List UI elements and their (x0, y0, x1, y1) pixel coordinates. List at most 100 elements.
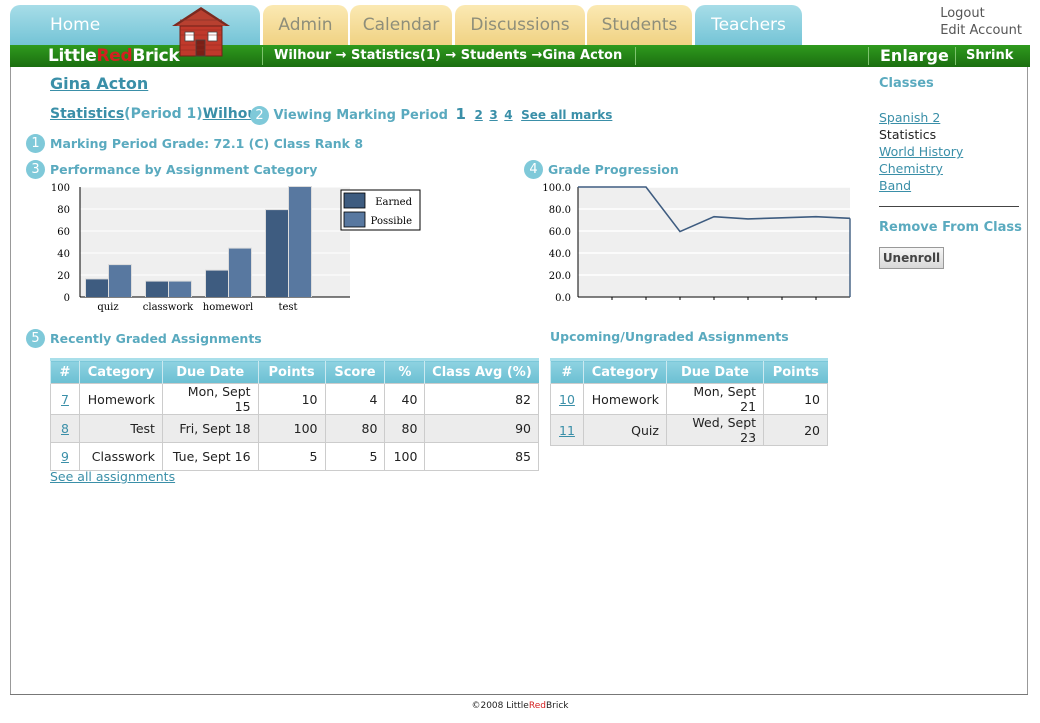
house-logo-icon (172, 7, 230, 57)
class-list: Spanish 2 Statistics World History Chemistr… (879, 109, 963, 194)
table-cell: 20 (763, 414, 828, 446)
brand-logo-text: LittleRedBrick (48, 45, 180, 67)
grade-line-chart: 100.0 80.0 60.0 40.0 20.0 0.0 (542, 183, 851, 304)
step-2-icon: 2 (250, 106, 269, 125)
class-link[interactable]: Chemistry (879, 161, 943, 176)
marking-period-2-link[interactable]: 2 (474, 108, 482, 122)
marking-period-selector: 2 Viewing Marking Period 1 2 3 4 See all… (250, 105, 612, 125)
assignment-link[interactable]: 7 (61, 392, 69, 407)
y-tick-label: 100.0 (542, 183, 571, 194)
tab-calendar[interactable]: Calendar (350, 5, 452, 45)
assignment-link[interactable]: 11 (559, 423, 575, 438)
table-cell: 9 (50, 442, 80, 471)
class-link[interactable]: Band (879, 178, 911, 193)
step-5-icon: 5 (26, 329, 45, 348)
page-border-right (1027, 67, 1028, 695)
bar-earned (266, 210, 288, 297)
performance-heading: 3 Performance by Assignment Category (26, 160, 317, 179)
column-header: Category (582, 358, 667, 384)
classes-title: Classes (879, 76, 934, 91)
tab-discussions[interactable]: Discussions (455, 5, 585, 45)
step-4-icon: 4 (524, 160, 543, 179)
shrink-button[interactable]: Shrink (966, 45, 1013, 67)
grade-summary-text: Marking Period Grade: 72.1 (C) Class Ran… (50, 136, 364, 151)
footer-brand-little: Little (506, 701, 529, 711)
table-row: 8 Test Fri, Sept 18 100 80 80 90 (50, 414, 539, 443)
y-tick-label: 60 (57, 227, 70, 238)
marking-period-label: Viewing Marking Period (273, 108, 448, 123)
legend-label: Earned (375, 197, 412, 208)
table-cell: Mon, Sept 15 (161, 383, 259, 415)
assignment-link[interactable]: 10 (559, 392, 575, 407)
see-all-marks-link[interactable]: See all marks (521, 108, 612, 122)
enlarge-button[interactable]: Enlarge (880, 45, 949, 67)
tab-students[interactable]: Students (587, 5, 692, 45)
upcoming-heading: Upcoming/Ungraded Assignments (550, 329, 789, 344)
bar-earned (206, 270, 228, 297)
edit-account-link[interactable]: Edit Account (940, 22, 1022, 39)
table-row: 7 Homework Mon, Sept 15 10 4 40 82 (50, 383, 539, 415)
footer-brand-red: Red (528, 701, 546, 711)
table-cell: 80 (324, 414, 386, 443)
table-cell: 90 (424, 414, 539, 443)
x-tick-label: classwork (143, 302, 194, 313)
class-link[interactable]: World History (879, 144, 963, 159)
column-header: Points (257, 358, 325, 384)
table-cell: 10 (257, 383, 326, 415)
assignment-link[interactable]: 9 (61, 449, 69, 464)
class-link[interactable]: Spanish 2 (879, 110, 940, 125)
bar-possible (109, 265, 131, 297)
upcoming-heading-text: Upcoming/Ungraded Assignments (550, 329, 789, 344)
see-all-assignments-link[interactable]: See all assignments (50, 469, 175, 484)
y-tick-label: 100 (51, 183, 70, 194)
account-links: Logout Edit Account (940, 5, 1022, 39)
progression-heading-text: Grade Progression (548, 162, 679, 177)
y-tick-label: 20 (57, 271, 70, 282)
x-tick-label: quiz (97, 302, 118, 313)
legend-swatch (343, 211, 366, 228)
table-header-row: # Category Due Date Points (550, 358, 828, 384)
sidebar-divider (879, 206, 1019, 207)
tab-teachers[interactable]: Teachers (695, 5, 802, 45)
table-cell: Homework (582, 383, 667, 415)
column-header: Points (763, 358, 828, 384)
student-name-link[interactable]: Gina Acton (50, 74, 148, 93)
table-cell: Fri, Sept 18 (161, 414, 259, 443)
legend-swatch (343, 192, 366, 209)
recent-heading-text: Recently Graded Assignments (50, 331, 262, 346)
y-tick-label: 0.0 (555, 293, 571, 304)
category-bar-chart: 100 80 60 40 20 0 quiz classwork homeworl test Ear… (51, 183, 421, 313)
assignment-link[interactable]: 8 (61, 421, 69, 436)
upcoming-assignments-table: # Category Due Date Points 10 Homework Mon, S… (550, 358, 828, 446)
column-header: # (550, 358, 584, 384)
column-header: Category (78, 358, 163, 384)
step-1-icon: 1 (26, 134, 45, 153)
breadcrumb: Wilhour → Statistics(1) → Students →Gina… (274, 48, 623, 63)
table-cell: Mon, Sept 21 (665, 383, 765, 415)
marking-period-4-link[interactable]: 4 (504, 108, 512, 122)
table-cell: 100 (384, 442, 426, 471)
class-link[interactable]: Statistics (50, 106, 124, 122)
table-cell: 82 (424, 383, 539, 415)
x-tick-label: test (278, 302, 297, 313)
logout-link[interactable]: Logout (940, 5, 1022, 22)
table-cell: 4 (324, 383, 386, 415)
class-list-item: World History (879, 143, 963, 160)
table-cell: Quiz (582, 414, 667, 446)
divider (635, 47, 636, 65)
plot-area (578, 187, 850, 297)
y-tick-label: 0 (64, 293, 70, 304)
table-cell: Classwork (78, 442, 163, 471)
marking-period-current: 1 (455, 105, 466, 123)
unenroll-button[interactable]: Unenroll (879, 247, 944, 269)
tab-admin[interactable]: Admin (263, 5, 348, 45)
footer-brand-brick: Brick (545, 701, 569, 711)
y-tick-label: 80.0 (549, 205, 571, 216)
recent-heading: 5 Recently Graded Assignments (26, 329, 262, 348)
footer-copyright: ©2008 (471, 701, 507, 711)
footer: ©2008 LittleRedBrick (0, 701, 1040, 711)
x-tick-label: homeworl (203, 302, 253, 313)
table-cell: 40 (384, 383, 426, 415)
marking-period-3-link[interactable]: 3 (489, 108, 497, 122)
step-3-icon: 3 (26, 160, 45, 179)
